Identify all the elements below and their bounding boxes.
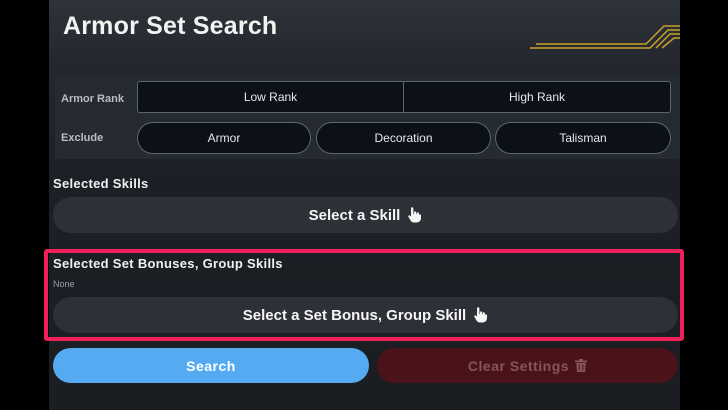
trash-icon [575,359,588,372]
exclude-armor-button[interactable]: Armor [137,122,311,154]
exclude-decoration-button[interactable]: Decoration [316,122,491,154]
armor-search-panel: Armor Set Search Armor Rank Low Rank Hig… [49,0,680,410]
high-rank-button[interactable]: High Rank [403,81,671,113]
low-rank-button[interactable]: Low Rank [137,81,404,113]
clear-settings-label: Clear Settings [467,357,570,374]
highlight-box [44,249,684,341]
filter-box: Armor Rank Low Rank High Rank Exclude Ar… [55,75,680,159]
select-skill-button[interactable]: Select a Skill [53,197,678,233]
select-skill-label: Select a Skill [308,206,401,224]
armor-rank-label: Armor Rank [61,93,124,105]
hand-pointer-icon [408,207,422,223]
exclude-talisman-button[interactable]: Talisman [495,122,671,154]
selected-skills-title: Selected Skills [53,176,149,191]
page-title: Armor Set Search [63,12,278,40]
clear-settings-button[interactable]: Clear Settings [377,348,678,383]
search-button[interactable]: Search [53,348,369,383]
exclude-label: Exclude [61,132,104,144]
header: Armor Set Search [49,0,680,56]
gold-ornament [530,25,680,49]
